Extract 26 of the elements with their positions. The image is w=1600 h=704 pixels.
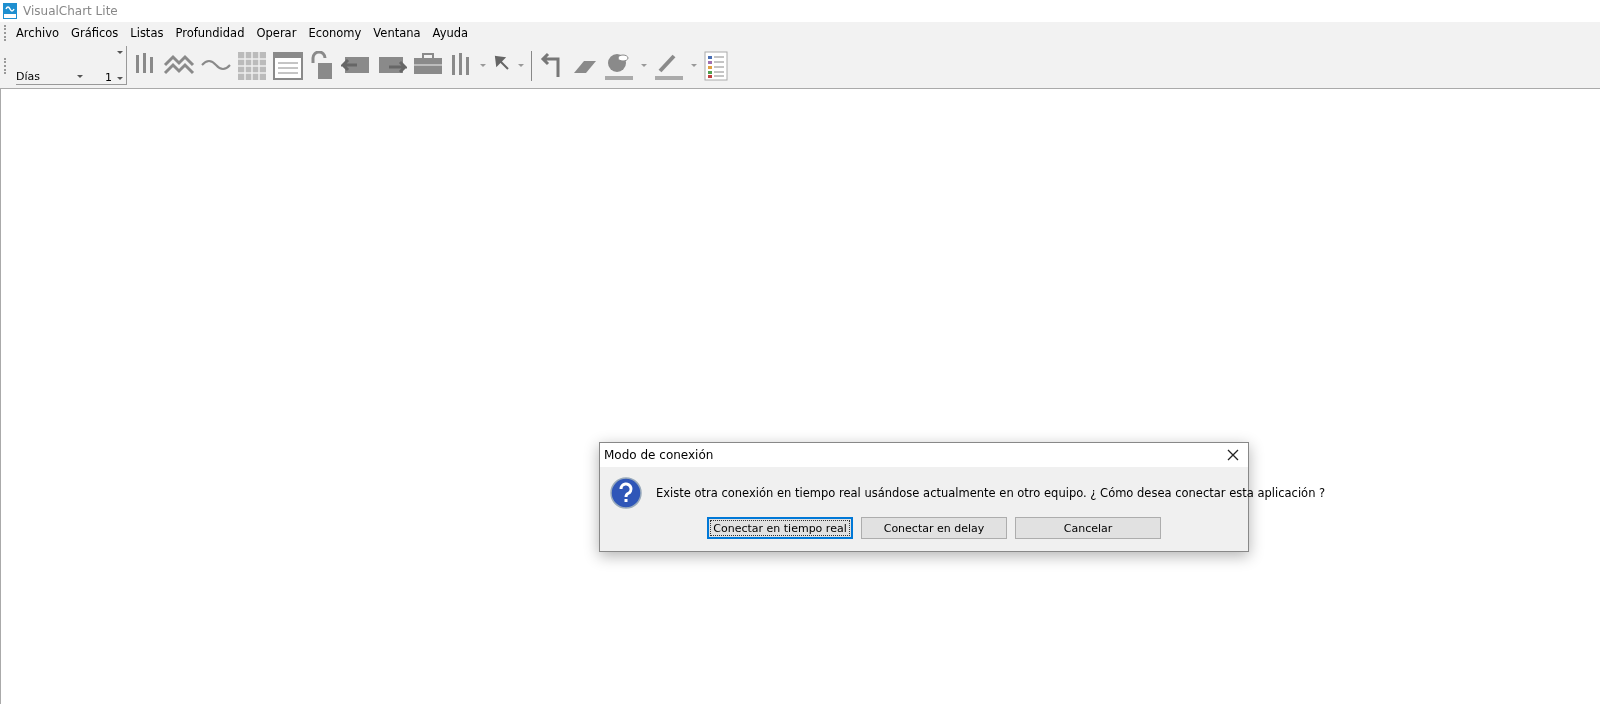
dialog-button[interactable]: Conectar en delay (861, 517, 1007, 539)
multiplier-spinner[interactable]: 1 (86, 46, 127, 85)
menu-item[interactable]: Gráficos (65, 26, 125, 40)
question-mark-icon (610, 477, 642, 509)
dialog-button[interactable]: Cancelar (1015, 517, 1161, 539)
paint-bucket-icon[interactable] (604, 51, 634, 81)
padlock-icon[interactable] (309, 51, 335, 81)
window-title: VisualChart Lite (23, 4, 118, 18)
app-logo-icon (3, 3, 17, 19)
menu-item[interactable]: Archivo (10, 26, 65, 40)
grip-handle-icon (4, 58, 8, 74)
close-icon[interactable] (1226, 448, 1240, 462)
menu-item[interactable]: Ventana (367, 26, 427, 40)
legend-list-icon[interactable] (704, 51, 728, 81)
dialog-message: Existe otra conexión en tiempo real usándose actualmente en otro equipo. ¿ Cómo desea conectar esta aplicación ? (656, 486, 1326, 500)
dialog-button[interactable]: Conectar en tiempo real (707, 517, 853, 539)
table-icon[interactable] (273, 51, 303, 81)
menu-item[interactable]: Listas (124, 26, 170, 40)
menu-item[interactable]: Economy (302, 26, 368, 40)
period-dropdown[interactable]: Días (16, 68, 86, 85)
menu-item[interactable]: Profundidad (169, 26, 251, 40)
grid-icon[interactable] (237, 51, 267, 81)
grip-handle-icon (4, 25, 8, 41)
menu-item[interactable]: Ayuda (426, 26, 475, 40)
menu-item[interactable]: Operar (250, 26, 303, 40)
dialog-title: Modo de conexión (604, 448, 714, 462)
